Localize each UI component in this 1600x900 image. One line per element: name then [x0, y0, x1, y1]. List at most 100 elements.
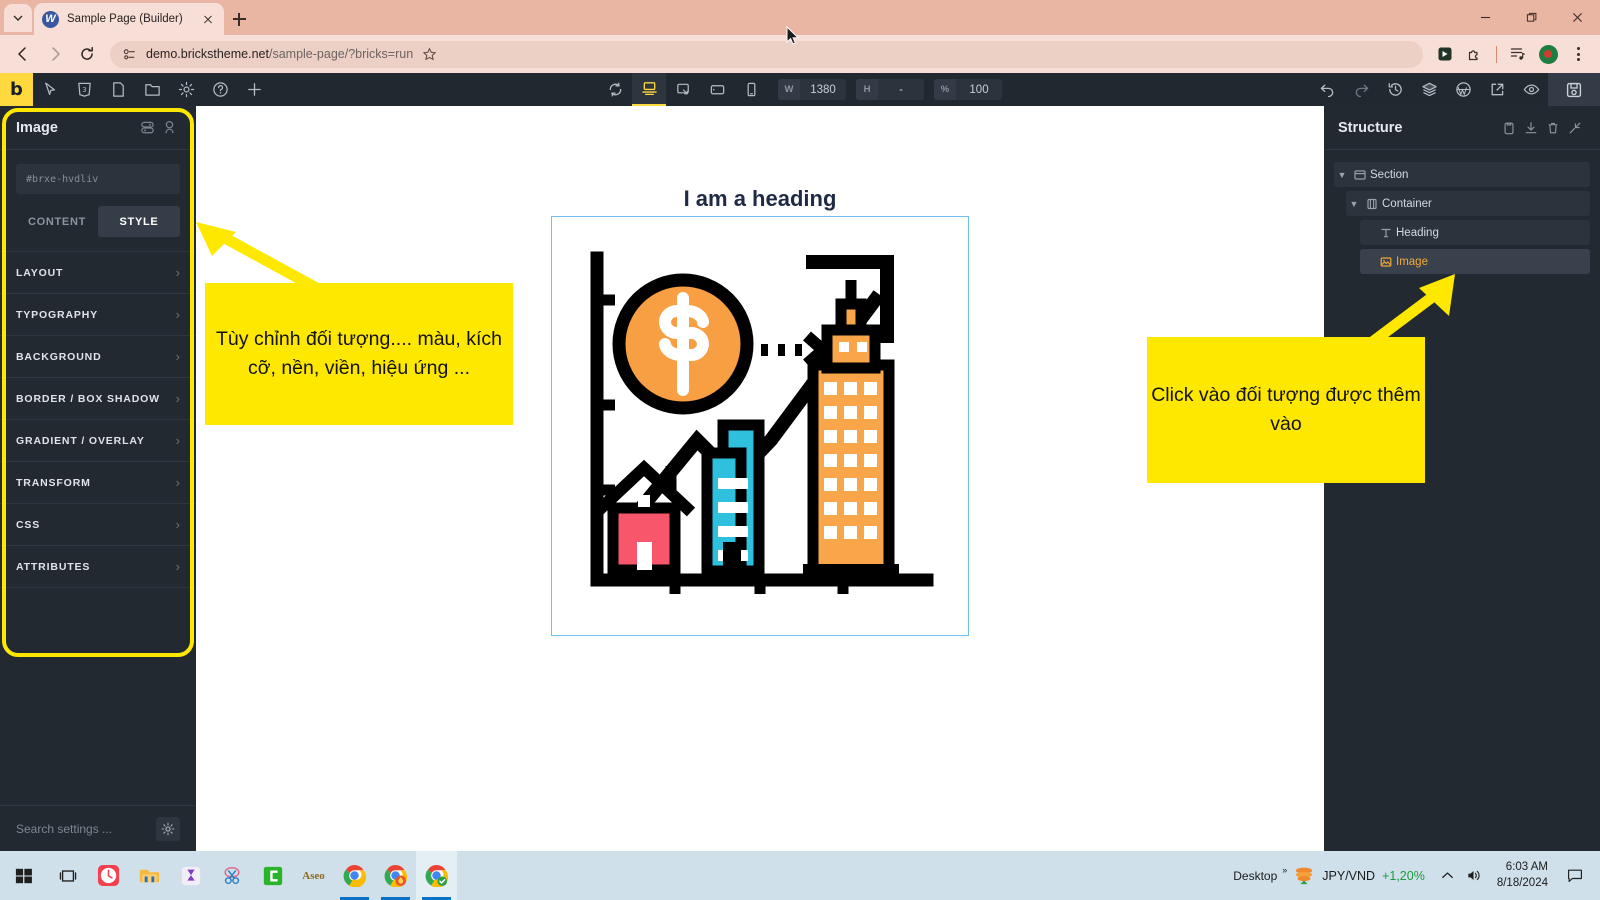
- collapse-icon[interactable]: [1564, 117, 1586, 139]
- undo-icon[interactable]: [1310, 73, 1344, 106]
- save-button[interactable]: [1548, 73, 1600, 106]
- height-field[interactable]: H -: [856, 79, 924, 100]
- width-field[interactable]: W 1380: [778, 79, 846, 100]
- trash-icon[interactable]: [1542, 117, 1564, 139]
- gear-icon[interactable]: [169, 73, 203, 106]
- windows-taskbar: Aseo Desktop » JPY/VND +1,20% 6:03 AM 8/…: [0, 851, 1600, 900]
- tree-item-container[interactable]: ▼ Container: [1346, 191, 1590, 216]
- puzzle-icon[interactable]: [1461, 40, 1489, 68]
- desktop-icon[interactable]: [632, 73, 666, 106]
- element-id-field[interactable]: #brxe-hvdliv: [16, 164, 180, 194]
- url-path: /sample-page/?bricks=run: [268, 47, 414, 61]
- import-icon[interactable]: [1520, 117, 1542, 139]
- page-heading[interactable]: I am a heading: [196, 186, 1324, 212]
- external-link-icon[interactable]: [1480, 73, 1514, 106]
- tree-item-image[interactable]: Image: [1360, 249, 1590, 274]
- task-view-icon[interactable]: [47, 851, 88, 900]
- zoom-value[interactable]: 100: [956, 84, 1002, 96]
- reload-icon: [81, 46, 93, 60]
- new-tab-button[interactable]: [228, 8, 250, 30]
- volume-icon[interactable]: [1461, 851, 1487, 900]
- browser-titlebar: W Sample Page (Builder): [0, 0, 1600, 35]
- stock-pair: JPY/VND: [1322, 868, 1376, 883]
- css-shield-icon[interactable]: 3: [67, 73, 101, 106]
- back-button[interactable]: [8, 39, 38, 69]
- search-settings-input[interactable]: Search settings ...: [16, 822, 148, 836]
- tree-item-label: Heading: [1396, 226, 1439, 239]
- cursor-icon[interactable]: [33, 73, 67, 106]
- section-label: BACKGROUND: [16, 350, 102, 363]
- tree-item-section[interactable]: ▼ Section: [1334, 162, 1590, 187]
- minimize-icon: [1480, 16, 1490, 19]
- desktop-peek-label[interactable]: Desktop »: [1227, 865, 1287, 883]
- section-transform[interactable]: TRANSFORM ›: [0, 462, 196, 504]
- gear-icon[interactable]: [156, 816, 180, 841]
- scissors-app-icon[interactable]: [211, 851, 252, 900]
- extension-icon[interactable]: [1431, 40, 1459, 68]
- clipboard-icon[interactable]: [1498, 117, 1520, 139]
- height-label: H: [856, 79, 878, 100]
- hourglass-app-icon[interactable]: [170, 851, 211, 900]
- reload-button[interactable]: [72, 39, 102, 69]
- section-border-box-shadow[interactable]: BORDER / BOX SHADOW ›: [0, 378, 196, 420]
- zoom-field[interactable]: % 100: [934, 79, 1002, 100]
- chevron-down-icon[interactable]: ▼: [1334, 170, 1350, 180]
- bricks-logo[interactable]: b: [0, 73, 33, 106]
- reading-list-icon[interactable]: [1504, 40, 1532, 68]
- forward-button[interactable]: [40, 39, 70, 69]
- section-typography[interactable]: TYPOGRAPHY ›: [0, 294, 196, 336]
- folder-icon[interactable]: [135, 73, 169, 106]
- folder-app-icon[interactable]: [129, 851, 170, 900]
- page-icon[interactable]: [101, 73, 135, 106]
- height-value[interactable]: -: [878, 84, 924, 96]
- plus-icon[interactable]: [237, 73, 271, 106]
- profile-avatar[interactable]: [1534, 40, 1562, 68]
- duplicate-icon[interactable]: [136, 117, 158, 139]
- tab-style[interactable]: STYLE: [98, 206, 180, 237]
- aseo-app-icon[interactable]: Aseo: [293, 851, 334, 900]
- tab-content[interactable]: CONTENT: [16, 206, 98, 237]
- section-css[interactable]: CSS ›: [0, 504, 196, 546]
- notification-icon[interactable]: [1558, 851, 1592, 900]
- windows-start-icon[interactable]: [0, 851, 47, 900]
- section-layout[interactable]: LAYOUT ›: [0, 252, 196, 294]
- refresh-icon[interactable]: [598, 73, 632, 106]
- minimize-button[interactable]: [1462, 0, 1508, 35]
- tree-item-heading[interactable]: Heading: [1360, 220, 1590, 245]
- layers-icon[interactable]: [1412, 73, 1446, 106]
- section-attributes[interactable]: ATTRIBUTES ›: [0, 546, 196, 588]
- chevron-right-icon: ›: [175, 265, 180, 280]
- bookmark-star-icon[interactable]: [422, 46, 437, 62]
- chevron-down-icon[interactable]: ▼: [1346, 199, 1362, 209]
- stock-widget[interactable]: JPY/VND +1,20%: [1283, 866, 1435, 886]
- tablet-icon[interactable]: [700, 73, 734, 106]
- image-element[interactable]: [551, 216, 969, 636]
- clock-app-icon[interactable]: [88, 851, 129, 900]
- address-bar[interactable]: demo.brickstheme.net/sample-page/?bricks…: [110, 40, 1423, 68]
- chrome-icon[interactable]: [334, 851, 375, 900]
- mobile-icon[interactable]: [734, 73, 768, 106]
- browser-tab[interactable]: W Sample Page (Builder): [34, 3, 224, 35]
- section-gradient-overlay[interactable]: GRADIENT / OVERLAY ›: [0, 420, 196, 462]
- section-background[interactable]: BACKGROUND ›: [0, 336, 196, 378]
- clock-widget[interactable]: 6:03 AM 8/18/2024: [1487, 860, 1558, 891]
- tab-search-dropdown[interactable]: [4, 4, 32, 32]
- maximize-button[interactable]: [1508, 0, 1554, 35]
- chevron-up-icon[interactable]: [1435, 851, 1461, 900]
- browser-menu-icon[interactable]: [1564, 40, 1592, 68]
- wordpress-icon[interactable]: [1446, 73, 1480, 106]
- redo-icon[interactable]: [1344, 73, 1378, 106]
- laptop-icon[interactable]: [666, 73, 700, 106]
- close-icon[interactable]: [200, 11, 216, 27]
- green-c-app-icon[interactable]: [252, 851, 293, 900]
- width-value[interactable]: 1380: [800, 84, 846, 96]
- section-label: BORDER / BOX SHADOW: [16, 392, 160, 405]
- close-window-button[interactable]: [1554, 0, 1600, 35]
- chevron-right-icon: ›: [175, 391, 180, 406]
- chrome-firewall-icon[interactable]: [375, 851, 416, 900]
- history-icon[interactable]: [1378, 73, 1412, 106]
- preview-eye-icon[interactable]: [1514, 73, 1548, 106]
- pin-icon[interactable]: [158, 117, 180, 139]
- chrome-active-icon[interactable]: [416, 851, 457, 900]
- help-icon[interactable]: [203, 73, 237, 106]
